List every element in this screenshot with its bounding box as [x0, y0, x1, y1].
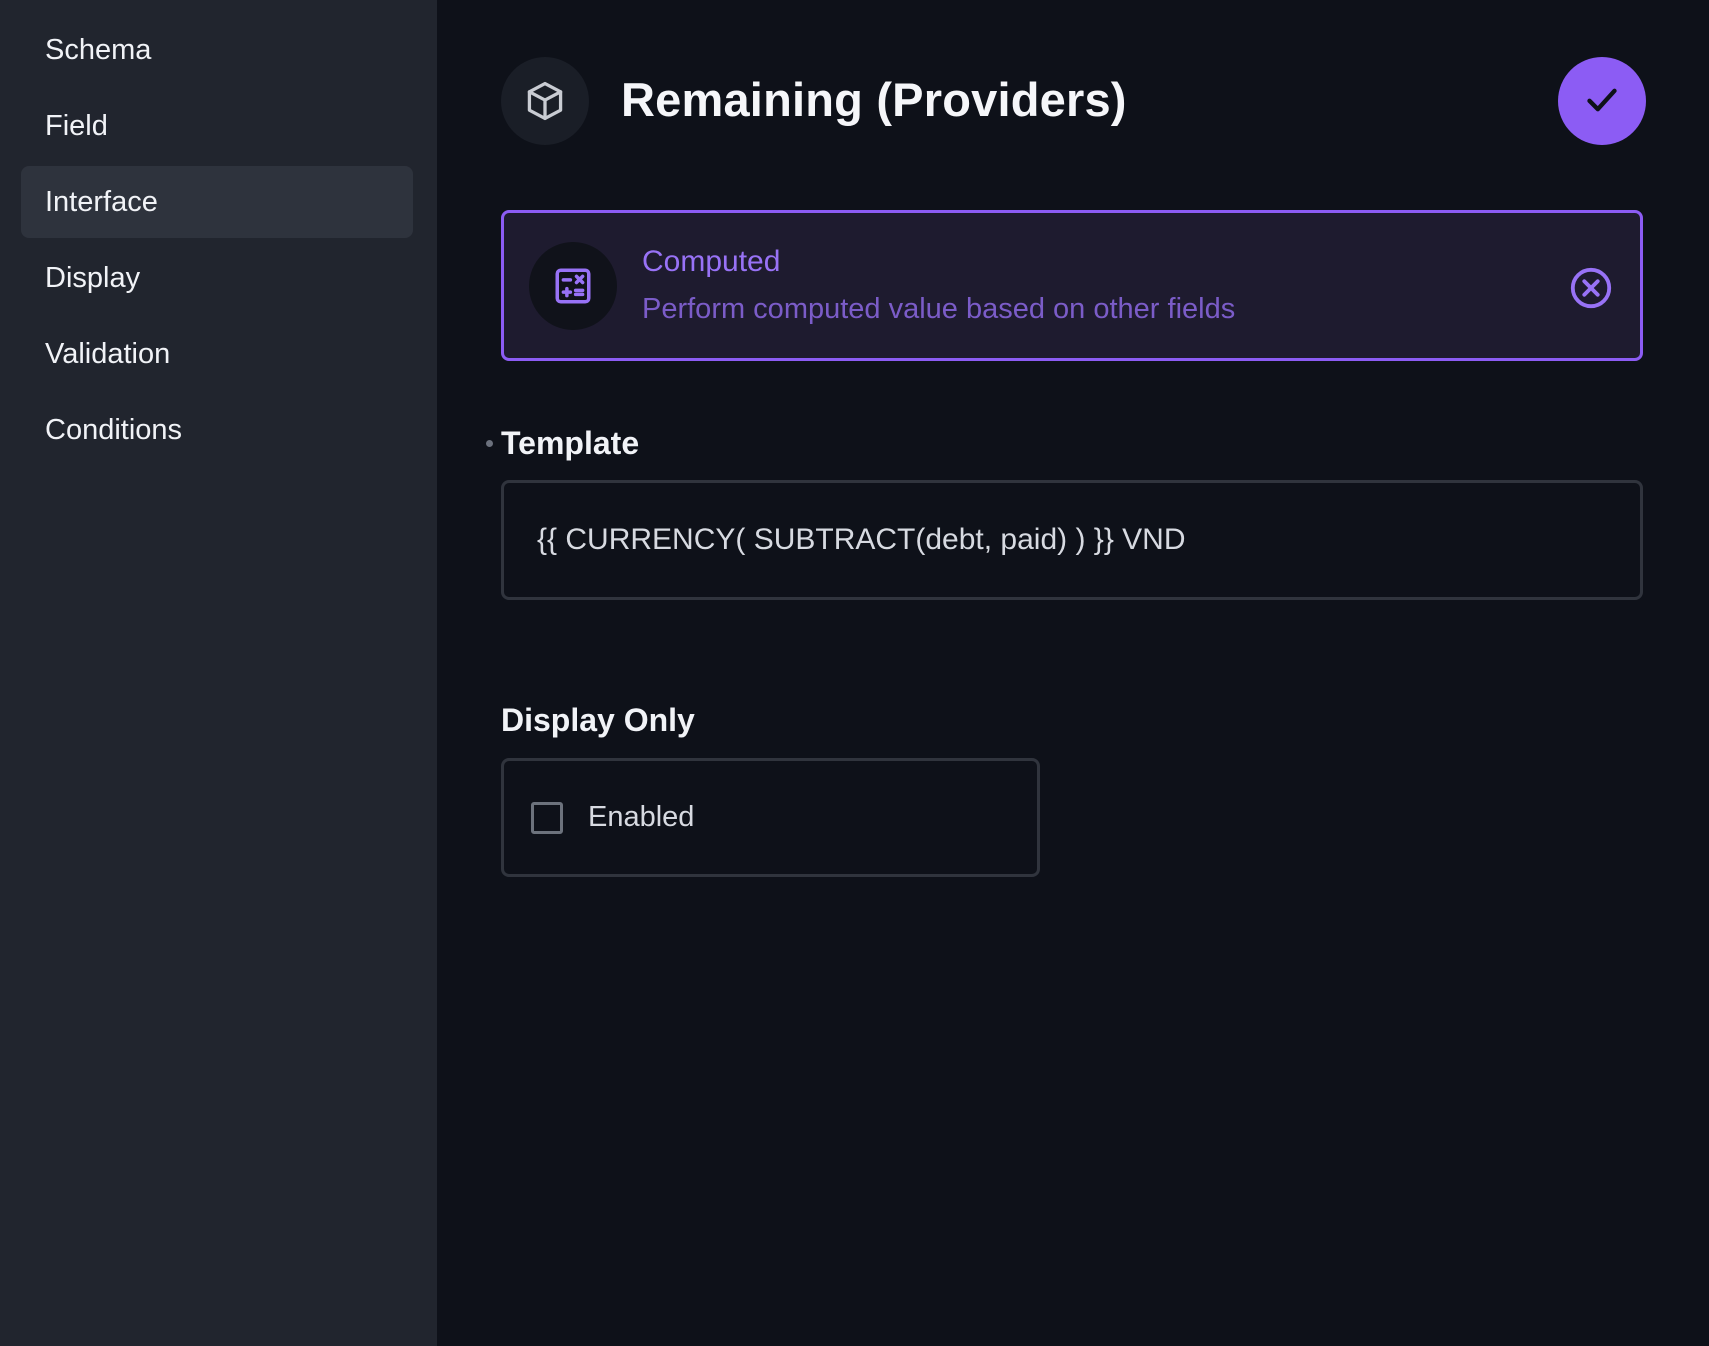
app: Schema Field Interface Display Validatio… [0, 0, 1709, 1346]
sidebar: Schema Field Interface Display Validatio… [0, 0, 437, 1346]
interface-description: Perform computed value based on other fi… [642, 293, 1236, 325]
page-title: Remaining (Providers) [621, 73, 1127, 126]
sidebar-item-display[interactable]: Display [21, 242, 413, 314]
sidebar-item-conditions[interactable]: Conditions [21, 394, 413, 466]
main-panel: Remaining (Providers) Computed Perform c… [437, 0, 1709, 1346]
sidebar-item-validation[interactable]: Validation [21, 318, 413, 390]
selected-interface-card[interactable]: Computed Perform computed value based on… [501, 210, 1643, 361]
template-input[interactable] [501, 480, 1643, 600]
box-icon [501, 57, 589, 145]
required-indicator [486, 440, 493, 447]
sidebar-item-field[interactable]: Field [21, 90, 413, 162]
display-only-checkbox[interactable]: Enabled [501, 758, 1040, 877]
calculator-icon [529, 242, 617, 330]
template-label: Template [501, 425, 640, 461]
checkbox-icon[interactable] [531, 801, 563, 834]
close-circle-icon[interactable] [1568, 265, 1614, 311]
check-icon [1582, 80, 1622, 123]
display-only-label: Display Only [501, 702, 695, 738]
checkbox-label: Enabled [588, 801, 695, 833]
save-button[interactable] [1558, 57, 1646, 145]
sidebar-item-interface[interactable]: Interface [21, 166, 413, 238]
interface-name: Computed [642, 245, 781, 278]
sidebar-item-schema[interactable]: Schema [21, 14, 413, 86]
